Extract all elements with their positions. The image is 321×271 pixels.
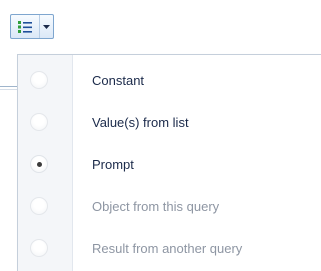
radio-dot [37, 162, 42, 167]
menu-item-values-from-list[interactable]: Value(s) from list [18, 104, 321, 144]
menu-item-result-from-another-query: Result from another query [18, 230, 321, 270]
menu-item-label: Result from another query [92, 241, 243, 256]
bulleted-list-icon [18, 20, 32, 33]
radio-unchecked-icon [30, 239, 48, 257]
radio-unchecked-icon [30, 71, 48, 89]
menu-item-label: Object from this query [92, 199, 220, 214]
operand-type-button[interactable] [11, 15, 40, 38]
menu-item-constant[interactable]: Constant [18, 62, 321, 102]
operand-type-split-button[interactable] [10, 14, 54, 39]
dropdown-arrow-button[interactable] [40, 15, 53, 38]
radio-unchecked-icon [30, 197, 48, 215]
radio-checked-icon [30, 155, 48, 173]
menu-item-label: Prompt [92, 157, 134, 172]
page: Constant Value(s) from list Prompt Objec… [0, 0, 321, 271]
radio-unchecked-icon [30, 113, 48, 131]
menu-item-prompt[interactable]: Prompt [18, 146, 321, 186]
menu-item-label: Value(s) from list [92, 115, 189, 130]
operand-type-menu: Constant Value(s) from list Prompt Objec… [17, 54, 321, 271]
menu-item-label: Constant [92, 73, 145, 88]
dropdown-arrow-icon [43, 24, 50, 29]
menu-item-object-from-this-query: Object from this query [18, 188, 321, 228]
